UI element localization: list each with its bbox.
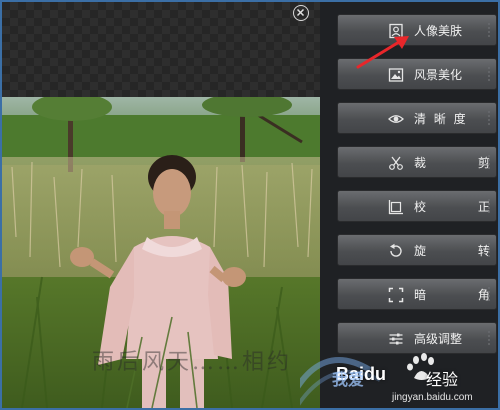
tool-label: 风景美化: [414, 68, 463, 82]
scissors-icon: [388, 155, 404, 171]
vignette-icon: [388, 287, 404, 303]
rotate-icon: [388, 243, 404, 259]
panel-edge-marker: [488, 243, 500, 257]
tool-straighten-button[interactable]: 校 正: [337, 190, 497, 222]
jingyan-url: jingyan.baidu.com: [392, 392, 473, 403]
panel-edge-marker: [488, 155, 500, 169]
tool-rotate-button[interactable]: 旋 转: [337, 234, 497, 266]
tool-label: 人像美肤: [414, 24, 463, 38]
tool-crop-button[interactable]: 裁 剪: [337, 146, 497, 178]
panel-edge-marker: [488, 111, 500, 125]
panel-edge-marker: [488, 199, 500, 213]
tool-label: 清 晰 度: [414, 112, 468, 126]
close-icon[interactable]: [293, 5, 309, 21]
panel-edge-marker: [488, 67, 500, 81]
tool-sharpness-button[interactable]: 清 晰 度: [337, 102, 497, 134]
eye-icon: [388, 111, 404, 127]
panel-edge-marker: [488, 23, 500, 37]
straighten-icon: [388, 199, 404, 215]
panel-edge-marker: [488, 287, 500, 301]
annotation-arrow-icon: [356, 36, 409, 69]
tool-vignette-button[interactable]: 暗 角: [337, 278, 497, 310]
jingyan-label: 经验: [426, 370, 459, 389]
photo-watermark-text: 雨后风天……相约: [92, 350, 293, 375]
watermark-side-text: 我爱: [332, 370, 365, 389]
